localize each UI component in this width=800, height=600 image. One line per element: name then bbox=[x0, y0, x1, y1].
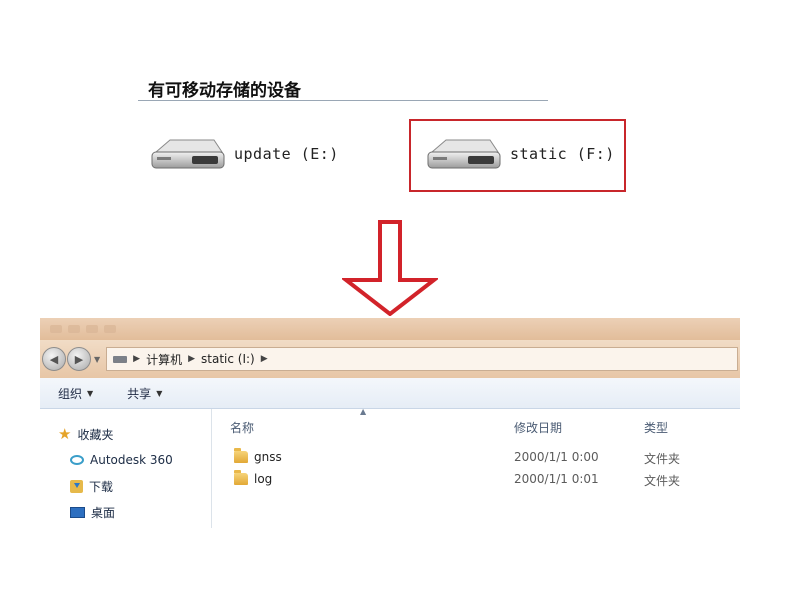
column-header-type[interactable]: 类型 bbox=[644, 417, 668, 437]
file-name: log bbox=[254, 472, 273, 486]
section-heading: 有可移动存储的设备 bbox=[148, 81, 301, 101]
breadcrumb-computer[interactable]: 计算机 bbox=[146, 351, 182, 368]
drive-icon bbox=[113, 355, 128, 363]
file-list: ▲ 名称 修改日期 类型 gnss 2000/1/1 0:00 文件夹 log … bbox=[212, 407, 740, 528]
chevron-down-icon: ▼ bbox=[87, 388, 94, 398]
drive-label: update (E:) bbox=[234, 145, 339, 163]
recent-pages-dropdown[interactable]: ▼ bbox=[94, 355, 100, 364]
window-titlebar bbox=[40, 318, 740, 340]
navigation-pane: ★ 收藏夹 Autodesk 360 下载 桌面 bbox=[40, 409, 212, 528]
drive-static[interactable]: static (F:) bbox=[424, 134, 615, 174]
sort-ascending-icon: ▲ bbox=[360, 407, 367, 416]
file-date: 2000/1/1 0:00 bbox=[514, 450, 599, 464]
file-type: 文件夹 bbox=[644, 452, 681, 466]
file-row[interactable]: log 2000/1/1 0:01 文件夹 bbox=[212, 469, 740, 491]
removable-drive-icon bbox=[148, 134, 226, 174]
file-name: gnss bbox=[254, 450, 282, 464]
address-bar[interactable]: ▶ 计算机 ▶ static (I:) ▶ bbox=[106, 347, 738, 371]
down-arrow-icon bbox=[340, 220, 440, 320]
downloads-icon bbox=[70, 479, 83, 493]
navigation-bar: ◀ ▶ ▼ ▶ 计算机 ▶ static (I:) ▶ bbox=[40, 340, 740, 378]
section-divider bbox=[138, 100, 548, 101]
breadcrumb-separator[interactable]: ▶ bbox=[188, 354, 195, 364]
column-header-name[interactable]: 名称 bbox=[230, 417, 254, 437]
organize-button[interactable]: 组织 ▼ bbox=[58, 385, 93, 402]
breadcrumb-separator[interactable]: ▶ bbox=[261, 354, 268, 364]
share-button[interactable]: 共享 ▼ bbox=[127, 385, 162, 402]
nav-item-autodesk-360[interactable]: Autodesk 360 bbox=[40, 447, 211, 473]
nav-item-desktop[interactable]: 桌面 bbox=[40, 499, 211, 525]
file-date: 2000/1/1 0:01 bbox=[514, 472, 599, 486]
nav-item-favorites[interactable]: ★ 收藏夹 bbox=[40, 421, 211, 447]
chevron-down-icon: ▼ bbox=[156, 388, 163, 398]
breadcrumb-drive[interactable]: static (I:) bbox=[201, 352, 255, 366]
removable-drive-icon bbox=[424, 134, 502, 174]
column-header-date[interactable]: 修改日期 bbox=[514, 417, 562, 437]
drive-label: static (F:) bbox=[510, 145, 615, 163]
command-toolbar: 组织 ▼ 共享 ▼ bbox=[40, 378, 740, 409]
explorer-window: ◀ ▶ ▼ ▶ 计算机 ▶ static (I:) ▶ 组织 ▼ 共享 ▼ ★ … bbox=[40, 318, 740, 528]
forward-button[interactable]: ▶ bbox=[67, 347, 91, 371]
star-icon: ★ bbox=[58, 425, 72, 443]
drive-update[interactable]: update (E:) bbox=[148, 134, 339, 174]
file-type: 文件夹 bbox=[644, 474, 681, 488]
folder-icon bbox=[234, 470, 248, 485]
breadcrumb-separator[interactable]: ▶ bbox=[133, 354, 140, 364]
desktop-icon bbox=[70, 506, 85, 518]
folder-icon bbox=[234, 448, 248, 463]
file-row[interactable]: gnss 2000/1/1 0:00 文件夹 bbox=[212, 447, 740, 469]
autodesk-icon bbox=[70, 455, 84, 465]
back-button[interactable]: ◀ bbox=[42, 347, 66, 371]
nav-item-downloads[interactable]: 下载 bbox=[40, 473, 211, 499]
